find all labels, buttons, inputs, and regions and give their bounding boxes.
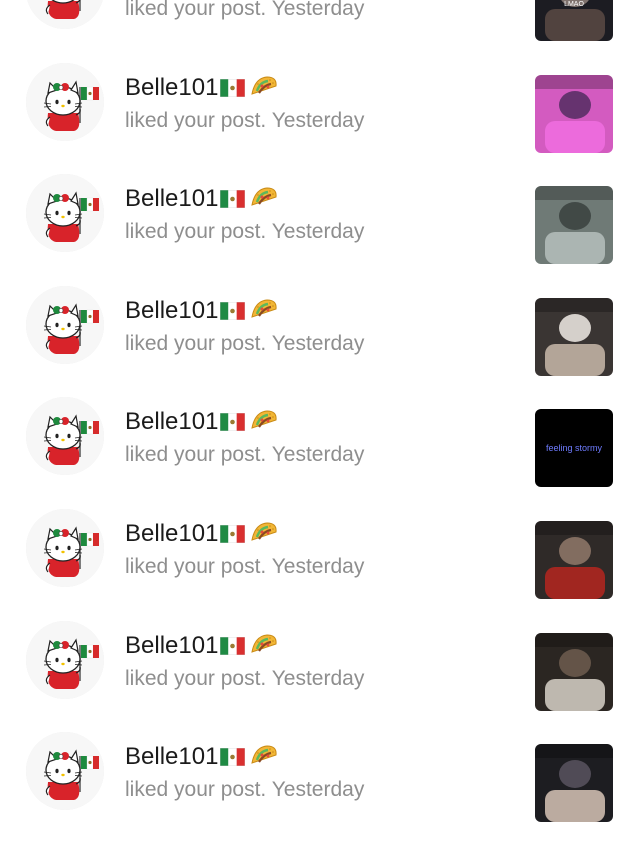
activity-action: liked your post. bbox=[125, 778, 267, 802]
mexico-flag-icon bbox=[220, 745, 246, 767]
notification-text: Belle101 liked your post. Yesterday bbox=[125, 297, 364, 357]
username[interactable]: Belle101 bbox=[125, 520, 364, 548]
video-thumbnail-person-icon[interactable] bbox=[535, 297, 613, 376]
username-label[interactable]: Belle101 bbox=[125, 408, 218, 435]
video-thumbnail-mirror-icon[interactable] bbox=[535, 186, 613, 265]
avatar-icon[interactable] bbox=[26, 397, 104, 476]
video-thumbnail-pink-screen-icon[interactable] bbox=[535, 74, 613, 153]
taco-icon bbox=[249, 408, 279, 432]
activity-time: Yesterday bbox=[271, 220, 365, 244]
notification-row[interactable]: Belle101 liked your post. Yesterday bbox=[0, 265, 640, 377]
username[interactable]: Belle101 bbox=[125, 297, 364, 325]
activity-time: Yesterday bbox=[271, 331, 365, 355]
username[interactable]: Belle101 bbox=[125, 632, 364, 660]
notification-row[interactable]: Belle101 liked your post. Yesterday bbox=[0, 153, 640, 265]
activity-time: Yesterday bbox=[271, 443, 365, 467]
activity-action: liked your post. bbox=[125, 0, 267, 20]
video-thumbnail-car-seat-icon[interactable] bbox=[535, 744, 613, 823]
activity-text: liked your post. Yesterday bbox=[125, 442, 364, 468]
mexico-flag-icon bbox=[220, 187, 246, 209]
activity-time: Yesterday bbox=[271, 554, 365, 578]
activity-action: liked your post. bbox=[125, 220, 267, 244]
notification-row[interactable]: Belle101 liked your post. Yesterday bbox=[0, 711, 640, 823]
notification-list: Belle101 liked your post. Yesterday LMAO bbox=[0, 0, 640, 823]
taco-icon bbox=[249, 520, 279, 544]
notification-text: Belle101 liked your post. Yesterday bbox=[125, 520, 364, 580]
username[interactable]: Belle101 bbox=[125, 74, 364, 102]
notification-row[interactable]: Belle101 liked your post. Yesterday bbox=[0, 488, 640, 600]
mexico-flag-icon bbox=[220, 522, 246, 544]
taco-icon bbox=[249, 74, 279, 98]
username-label[interactable]: Belle101 bbox=[125, 520, 218, 547]
avatar-icon[interactable] bbox=[26, 62, 104, 141]
notification-row[interactable]: Belle101 liked your post. Yesterday feeli… bbox=[0, 376, 640, 488]
video-thumbnail-group-icon[interactable] bbox=[535, 632, 613, 711]
thumbnail-caption: LMAO bbox=[564, 1, 584, 8]
username[interactable]: Belle101 bbox=[125, 185, 364, 213]
activity-time: Yesterday bbox=[271, 778, 365, 802]
username-label[interactable]: Belle101 bbox=[125, 297, 218, 324]
mexico-flag-icon bbox=[220, 410, 246, 432]
activity-text: liked your post. Yesterday bbox=[125, 666, 364, 692]
username[interactable]: Belle101 bbox=[125, 408, 364, 436]
activity-action: liked your post. bbox=[125, 666, 267, 690]
notification-text: Belle101 liked your post. Yesterday bbox=[125, 408, 364, 468]
mexico-flag-icon bbox=[220, 634, 246, 655]
notification-text: Belle101 liked your post. Yesterday bbox=[125, 74, 364, 134]
video-thumbnail-red-hat-icon[interactable] bbox=[535, 520, 613, 599]
video-thumbnail-car-icon[interactable]: LMAO bbox=[535, 0, 613, 41]
taco-icon bbox=[249, 297, 279, 321]
activity-action: liked your post. bbox=[125, 108, 267, 132]
notification-row[interactable]: Belle101 liked your post. Yesterday LMAO bbox=[0, 0, 640, 42]
taco-icon bbox=[249, 632, 279, 656]
mexico-flag-icon bbox=[220, 299, 246, 321]
notification-row[interactable]: Belle101 liked your post. Yesterday bbox=[0, 600, 640, 712]
notification-text: Belle101 liked your post. Yesterday bbox=[125, 0, 364, 22]
activity-action: liked your post. bbox=[125, 331, 267, 355]
notification-text: Belle101 liked your post. Yesterday bbox=[125, 185, 364, 245]
username-label[interactable]: Belle101 bbox=[125, 74, 218, 101]
taco-icon bbox=[249, 743, 279, 767]
activity-time: Yesterday bbox=[271, 108, 365, 132]
username[interactable]: Belle101 bbox=[125, 743, 364, 771]
activity-text: liked your post. Yesterday bbox=[125, 219, 364, 245]
avatar-icon[interactable] bbox=[26, 0, 104, 29]
notification-text: Belle101 liked your post. Yesterday bbox=[125, 632, 364, 692]
notification-row[interactable]: Belle101 liked your post. Yesterday bbox=[0, 42, 640, 154]
thumbnail-caption: feeling stormy bbox=[545, 443, 603, 454]
avatar-icon[interactable] bbox=[26, 174, 104, 253]
activity-action: liked your post. bbox=[125, 554, 267, 578]
taco-icon bbox=[249, 185, 279, 209]
username-label[interactable]: Belle101 bbox=[125, 743, 218, 770]
activity-time: Yesterday bbox=[271, 0, 365, 20]
username-label[interactable]: Belle101 bbox=[125, 185, 218, 212]
activity-time: Yesterday bbox=[271, 666, 365, 690]
activity-text: liked your post. Yesterday bbox=[125, 108, 364, 134]
activity-text: liked your post. Yesterday bbox=[125, 554, 364, 580]
avatar-icon[interactable] bbox=[26, 620, 104, 699]
activity-text: liked your post. Yesterday bbox=[125, 0, 364, 22]
activity-action: liked your post. bbox=[125, 443, 267, 467]
avatar-icon[interactable] bbox=[26, 732, 104, 811]
username-label[interactable]: Belle101 bbox=[125, 632, 218, 659]
mexico-flag-icon bbox=[220, 76, 246, 97]
activity-text: liked your post. Yesterday bbox=[125, 777, 364, 803]
activity-text: liked your post. Yesterday bbox=[125, 331, 364, 357]
video-thumbnail-text-icon[interactable]: feeling stormy bbox=[535, 409, 613, 488]
avatar-icon[interactable] bbox=[26, 508, 104, 587]
avatar-icon[interactable] bbox=[26, 285, 104, 364]
notification-text: Belle101 liked your post. Yesterday bbox=[125, 743, 364, 803]
